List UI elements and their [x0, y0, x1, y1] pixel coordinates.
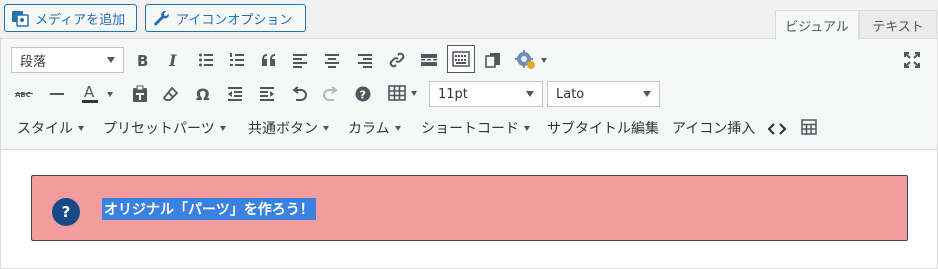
format-select-value: 段落 — [20, 54, 47, 70]
menu-shortcode-label: ショートコード — [421, 121, 519, 137]
alert-box[interactable]: ? オリジナル「パーツ」を作ろう！ — [31, 175, 908, 241]
redo-icon[interactable] — [317, 80, 345, 108]
svg-text:B: B — [137, 52, 148, 68]
read-more-icon[interactable] — [415, 46, 443, 74]
menu-common-buttons[interactable]: 共通ボタン — [248, 118, 329, 138]
font-size-select[interactable]: 11pt — [429, 81, 543, 107]
menu-style[interactable]: スタイル — [17, 118, 84, 138]
chevron-down-icon — [541, 57, 547, 63]
menu-preset-parts-label: プリセットパーツ — [103, 121, 215, 137]
paste-text-icon[interactable] — [126, 80, 154, 108]
font-family-select[interactable]: Lato — [547, 81, 660, 107]
undo-icon[interactable] — [285, 80, 313, 108]
numbered-list-icon[interactable] — [223, 46, 251, 74]
editor-toolbar: 段落 B I ABC A Ω ? 11pt Lato スタイル プリセットパーツ… — [1, 39, 937, 150]
wrench-icon — [152, 9, 170, 27]
chevron-down-icon — [410, 90, 417, 96]
toolbar-toggle-icon[interactable] — [447, 45, 475, 73]
align-center-icon[interactable] — [318, 46, 346, 74]
indent-icon[interactable] — [253, 80, 281, 108]
add-media-button[interactable]: メディアを追加 — [4, 4, 137, 32]
code-icon[interactable] — [763, 115, 791, 143]
svg-text:ABC: ABC — [15, 91, 31, 99]
selected-text[interactable]: オリジナル「パーツ」を作ろう！ — [102, 198, 316, 220]
subtitle-edit-button[interactable]: サブタイトル編集 — [547, 118, 659, 138]
chevron-down-icon — [643, 91, 651, 97]
table-grid-icon[interactable] — [795, 113, 823, 141]
svg-text:Ω: Ω — [196, 86, 210, 102]
icon-options-button[interactable]: アイコンオプション — [145, 4, 306, 32]
text-color-icon[interactable]: A — [74, 80, 120, 108]
settings-gear-icon[interactable] — [511, 46, 551, 74]
menu-column-label: カラム — [348, 121, 390, 137]
clear-formatting-icon[interactable] — [157, 80, 185, 108]
chevron-down-icon — [526, 91, 534, 97]
tab-text[interactable]: テキスト — [859, 10, 937, 39]
fullscreen-icon[interactable] — [898, 46, 926, 74]
icon-options-label: アイコンオプション — [176, 12, 293, 28]
editor: 段落 B I ABC A Ω ? 11pt Lato スタイル プリセットパーツ… — [0, 38, 938, 269]
help-icon[interactable]: ? — [349, 80, 377, 108]
question-icon: ? — [52, 198, 80, 226]
format-select[interactable]: 段落 — [11, 47, 124, 73]
link-icon[interactable] — [383, 46, 411, 74]
media-icon — [11, 9, 29, 27]
italic-icon[interactable]: I — [159, 46, 187, 74]
strikethrough-icon[interactable]: ABC — [11, 80, 39, 108]
menu-shortcode[interactable]: ショートコード — [421, 118, 530, 138]
align-right-icon[interactable] — [351, 46, 379, 74]
align-left-icon[interactable] — [286, 46, 314, 74]
menu-column[interactable]: カラム — [348, 118, 401, 138]
outdent-icon[interactable] — [221, 80, 249, 108]
menu-common-buttons-label: 共通ボタン — [248, 121, 318, 137]
chevron-down-icon — [107, 57, 115, 63]
omega-icon[interactable]: Ω — [189, 80, 217, 108]
svg-text:?: ? — [360, 89, 366, 102]
icon-insert-button[interactable]: アイコン挿入 — [672, 118, 755, 138]
svg-text:A: A — [84, 84, 95, 101]
copy-icon[interactable] — [479, 46, 507, 74]
menu-preset-parts[interactable]: プリセットパーツ — [103, 118, 226, 138]
chevron-down-icon — [219, 125, 226, 131]
tab-visual[interactable]: ビジュアル — [775, 10, 859, 40]
chevron-down-icon — [394, 125, 401, 131]
menu-style-label: スタイル — [17, 121, 73, 137]
add-media-label: メディアを追加 — [35, 12, 126, 28]
font-size-value: 11pt — [438, 86, 468, 102]
bold-icon[interactable]: B — [128, 46, 156, 74]
chevron-down-icon — [78, 125, 84, 131]
chevron-down-icon — [323, 125, 329, 131]
bullet-list-icon[interactable] — [192, 46, 220, 74]
chevron-down-icon — [524, 125, 530, 131]
blockquote-icon[interactable] — [255, 46, 283, 74]
horizontal-line-icon[interactable] — [43, 80, 71, 108]
chevron-down-icon — [107, 91, 113, 97]
svg-text:I: I — [168, 52, 177, 68]
font-family-value: Lato — [556, 86, 585, 102]
table-icon[interactable] — [381, 79, 423, 107]
